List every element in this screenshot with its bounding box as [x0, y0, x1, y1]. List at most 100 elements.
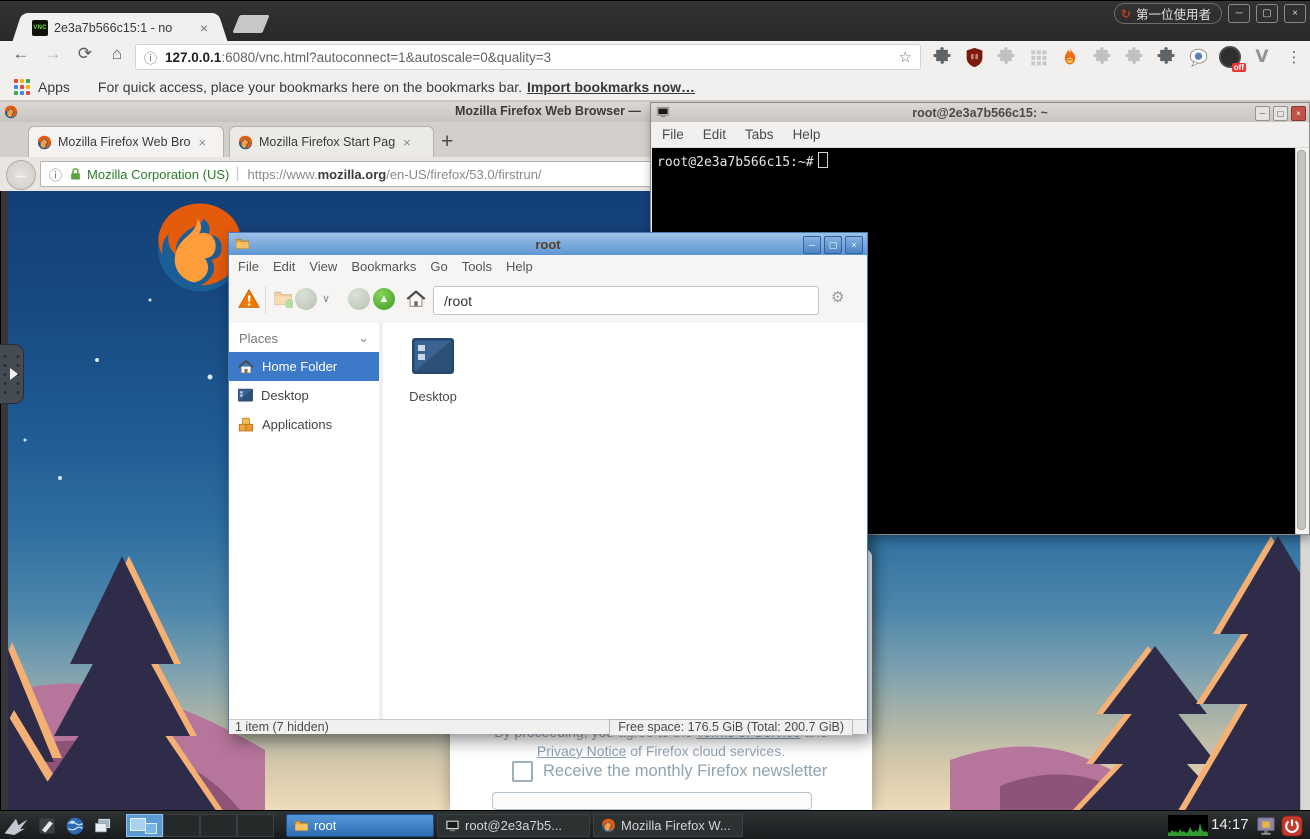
terminal-titlebar[interactable]: root@2e3a7b566c15: ~ ─ ▢ ×	[651, 103, 1309, 123]
browser-tab-novnc[interactable]: VNC 2e3a7b566c15:1 - no ×	[24, 13, 216, 42]
sidebar-item-applications[interactable]: Applications	[229, 410, 379, 439]
file-manager-titlebar[interactable]: root ─ ▢ ×	[229, 233, 867, 255]
terminal-scrollbar-thumb[interactable]	[1297, 150, 1306, 530]
new-tab-button[interactable]	[232, 15, 269, 33]
tab-close-icon[interactable]: ×	[403, 135, 411, 150]
identity-label[interactable]: Mozilla Corporation (US)	[87, 167, 229, 182]
web-browser-launcher[interactable]	[62, 814, 88, 837]
info-icon[interactable]: ⓘ	[49, 165, 62, 184]
place-label: Home Folder	[262, 359, 337, 374]
bookmark-star-icon[interactable]: ☆	[899, 48, 912, 66]
new-tab-tool-icon[interactable]	[273, 288, 293, 308]
lock-screen-tray-icon[interactable]	[1255, 815, 1277, 837]
fm-menu-view[interactable]: View	[309, 259, 337, 274]
tab-close-icon[interactable]: ×	[198, 135, 206, 150]
taskbar-clock[interactable]: 14:17	[1211, 816, 1249, 833]
url-text: 127.0.0.1:6080/vnc.html?autoconnect=1&au…	[165, 50, 893, 65]
firefox-back-button[interactable]: ←	[6, 160, 36, 190]
extension-puzzle-disabled-icon[interactable]	[1090, 45, 1114, 69]
fm-menu-bookmarks[interactable]: Bookmarks	[351, 259, 416, 274]
extension-puzzle-icon[interactable]	[930, 45, 954, 69]
workspace-3[interactable]	[200, 814, 237, 837]
terminal-menu-help[interactable]: Help	[793, 127, 821, 142]
speech-bubble-extension-icon[interactable]	[1186, 45, 1210, 69]
fm-forward-button[interactable]	[348, 288, 370, 310]
terminal-menu-file[interactable]: File	[662, 127, 684, 142]
home-button[interactable]: ⌂	[104, 44, 130, 64]
app-menu-button[interactable]	[3, 814, 29, 837]
shutdown-button[interactable]	[1281, 815, 1303, 837]
extension-puzzle-disabled-icon[interactable]	[994, 45, 1018, 69]
history-dropdown-icon[interactable]: ∨	[322, 292, 330, 305]
cpu-monitor[interactable]	[1168, 815, 1208, 836]
fm-menu-help[interactable]: Help	[506, 259, 533, 274]
privacy-notice-link[interactable]: Privacy Notice	[537, 743, 626, 759]
terminal-minimize-button[interactable]: ─	[1255, 106, 1270, 121]
firefox-tab-1[interactable]: Mozilla Firefox Web Bro ×	[28, 126, 224, 157]
status-item-count: 1 item (7 hidden)	[235, 720, 329, 734]
places-collapse-icon[interactable]: ⌄	[358, 330, 369, 346]
minimize-button[interactable]: ─	[1228, 4, 1250, 23]
firefox-new-tab-button[interactable]: +	[441, 130, 453, 154]
fm-home-button[interactable]	[405, 288, 427, 310]
forward-button[interactable]: →	[40, 44, 66, 64]
close-button[interactable]: ×	[1284, 4, 1306, 23]
address-bar[interactable]: ⓘ 127.0.0.1:6080/vnc.html?autoconnect=1&…	[135, 44, 921, 70]
sidebar-item-home-folder[interactable]: Home Folder	[229, 352, 379, 381]
show-desktop-button[interactable]	[90, 814, 116, 837]
fm-up-button[interactable]: ▲	[373, 288, 395, 310]
apps-label[interactable]: Apps	[38, 79, 70, 95]
fm-menu-tools[interactable]: Tools	[462, 259, 492, 274]
newsletter-checkbox[interactable]	[512, 761, 533, 782]
file-manager-launcher[interactable]	[34, 814, 60, 837]
fm-close-button[interactable]: ×	[845, 236, 863, 254]
back-button[interactable]: ←	[8, 44, 34, 64]
fm-menu-edit[interactable]: Edit	[273, 259, 295, 274]
vimium-icon[interactable]: V	[1250, 45, 1274, 69]
flame-extension-icon[interactable]	[1058, 45, 1082, 69]
maximize-button[interactable]: ▢	[1256, 4, 1278, 23]
ublock-origin-icon[interactable]	[962, 45, 986, 69]
bookmarks-bar: Apps For quick access, place your bookma…	[0, 73, 1310, 102]
fm-back-button[interactable]	[295, 288, 317, 310]
profile-button[interactable]: ↻ 第一位使用者	[1114, 3, 1222, 24]
chrome-menu-icon[interactable]: ⋮	[1282, 45, 1306, 69]
apps-grid-icon[interactable]	[14, 79, 30, 95]
fm-menu-file[interactable]: File	[238, 259, 259, 274]
extension-puzzle-icon[interactable]	[1154, 45, 1178, 69]
sidebar-item-desktop[interactable]: Desktop	[229, 381, 379, 410]
import-bookmarks-link[interactable]: Import bookmarks now…	[527, 79, 695, 95]
taskbar-item-terminal[interactable]: root@2e3a7b5...	[437, 814, 590, 837]
terminal-menu-tabs[interactable]: Tabs	[745, 127, 774, 142]
tab-close-icon[interactable]: ×	[198, 20, 210, 36]
fm-maximize-button[interactable]: ▢	[824, 236, 842, 254]
toolbar-extra-icon[interactable]: ⚙	[831, 288, 844, 306]
firefox-url-text: https://www.mozilla.org/en-US/firefox/53…	[248, 167, 542, 182]
email-input[interactable]	[492, 792, 812, 810]
taskbar-item-root[interactable]: root	[286, 814, 434, 837]
fm-menu-go[interactable]: Go	[430, 259, 447, 274]
screen: VNC 2e3a7b566c15:1 - no × ↻ 第一位使用者 ─ ▢ ×…	[0, 0, 1310, 839]
firefox-window-icon	[4, 105, 18, 119]
fm-minimize-button[interactable]: ─	[803, 236, 821, 254]
reload-button[interactable]: ⟳	[72, 44, 98, 64]
task-label: Mozilla Firefox W...	[621, 818, 731, 833]
novnc-control-handle[interactable]	[0, 344, 24, 404]
download-helper-off-icon[interactable]: off	[1218, 45, 1242, 69]
extension-grid-icon[interactable]	[1026, 45, 1050, 69]
firefox-tab-2[interactable]: Mozilla Firefox Start Pag ×	[229, 126, 434, 157]
terminal-menu-edit[interactable]: Edit	[703, 127, 726, 142]
page-info-icon[interactable]: ⓘ	[144, 48, 157, 67]
file-list-area[interactable]: Desktop	[383, 323, 867, 719]
workspace-4[interactable]	[237, 814, 274, 837]
file-desktop[interactable]: Desktop	[397, 333, 469, 404]
terminal-maximize-button[interactable]: ▢	[1273, 106, 1288, 121]
taskbar-item-firefox[interactable]: Mozilla Firefox W...	[593, 814, 743, 837]
workspace-1[interactable]	[126, 814, 163, 837]
file-manager-title: root	[229, 237, 867, 252]
terminal-scrollbar[interactable]	[1295, 148, 1308, 534]
terminal-close-button[interactable]: ×	[1291, 106, 1306, 121]
extension-puzzle-disabled-icon[interactable]	[1122, 45, 1146, 69]
workspace-2[interactable]	[163, 814, 200, 837]
path-input[interactable]: /root	[433, 286, 819, 315]
